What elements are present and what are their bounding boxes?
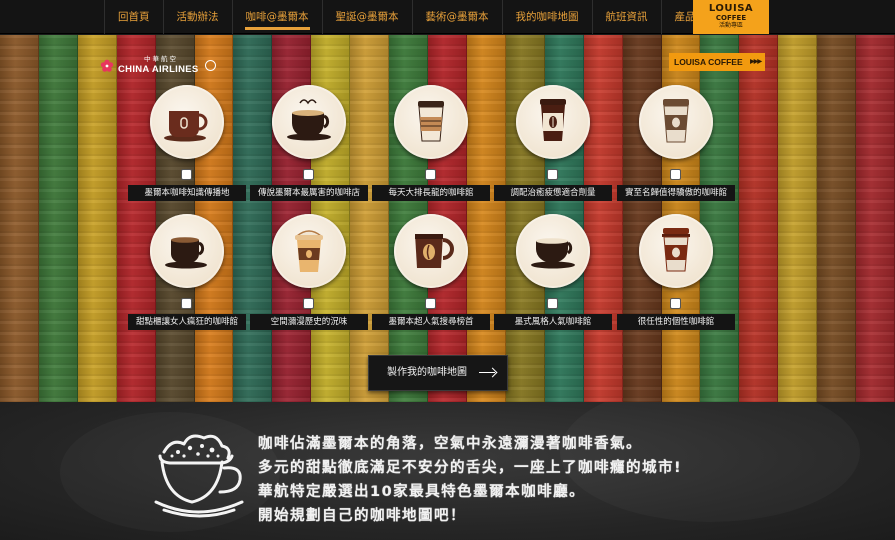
espresso-cup-icon[interactable] [150,214,224,288]
cafe-label[interactable]: 實至名歸值得驕傲的咖啡館 [617,185,735,201]
wood-plank [233,35,274,402]
takeaway-bean-cup-icon[interactable] [639,85,713,159]
skyteam-icon [204,59,216,71]
nav-item-rules[interactable]: 活動辦法 [162,0,232,34]
coffee-cup-saucer-icon[interactable] [150,85,224,159]
nav-item-christmas-melbourne[interactable]: 聖誕@墨爾本 [321,0,412,34]
louisa-button-label: LOUISA COFFEE [674,57,743,67]
wood-plank [0,35,40,402]
intro-line: 華航特定嚴選出10家最具特色墨爾本咖啡廳。 [258,484,586,500]
nav-items: 回首頁 活動辦法 咖啡@墨爾本 聖誕@墨爾本 藝術@墨爾本 我的咖啡地圖 航班資… [104,0,731,34]
triple-arrow-icon: ▶▶▶ [750,59,762,65]
wood-plank [817,35,858,402]
intro-line: 多元的甜點徹底滿足不安分的舌尖，一座上了咖啡癮的城市! [258,460,683,476]
wood-plank [466,35,507,402]
wood-plank [38,35,79,402]
cafe-checkbox[interactable] [181,169,192,180]
cafe-checkbox[interactable] [547,169,558,180]
cafe-label[interactable]: 很任性的個性咖啡館 [617,314,735,330]
logo-text: 中華航空 CHINA AIRLINES [118,56,199,74]
china-airlines-logo[interactable]: 中華航空 CHINA AIRLINES [100,56,216,74]
louisa-coffee-button[interactable]: LOUISA COFFEE ▶▶▶ [669,53,765,71]
cappuccino-cup-icon[interactable] [272,85,346,159]
louisa-tab-line2: COFFEE [715,14,747,22]
louisa-coffee-tab[interactable]: LOUISA COFFEE 活動專區 [693,0,769,34]
intro-line: 開始規劃自己的咖啡地圖吧！ [258,508,466,524]
nav-item-my-coffee-map[interactable]: 我的咖啡地圖 [501,0,592,34]
nav-item-home[interactable]: 回首頁 [104,0,163,34]
plum-blossom-icon [100,58,114,72]
bean-mug-icon[interactable] [394,214,468,288]
cafe-checkbox[interactable] [181,298,192,309]
intro-text: 咖啡佔滿墨爾本的角落，空氣中永遠瀰漫著咖啡香氣。 多元的甜點徹底滿足不安分的舌尖… [258,432,682,528]
nav-item-coffee-melbourne[interactable]: 咖啡@墨爾本 [231,0,322,34]
flat-white-cup-icon[interactable] [516,214,590,288]
cafe-checkbox[interactable] [303,169,314,180]
louisa-tab-line1: LOUISA [708,3,754,14]
latte-cup-icon[interactable] [272,214,346,288]
coffee-bean-cup-icon[interactable] [516,85,590,159]
cafe-label[interactable]: 甜點櫃讓女人瘋狂的咖啡館 [128,314,246,330]
wood-plank [778,35,819,402]
wood-plank [739,35,780,402]
make-coffee-map-button[interactable]: 製作我的咖啡地圖 [368,355,508,391]
cafe-checkbox[interactable] [303,298,314,309]
cafe-checkbox[interactable] [547,298,558,309]
cafe-label[interactable]: 墨式風格人氣咖啡館 [494,314,612,330]
top-navigation: 回首頁 活動辦法 咖啡@墨爾本 聖誕@墨爾本 藝術@墨爾本 我的咖啡地圖 航班資… [0,0,895,34]
wood-plank [77,35,118,402]
wood-plank [350,35,391,402]
cafe-label[interactable]: 空間瀰漫歷史的況味 [250,314,368,330]
cafe-checkbox[interactable] [425,298,436,309]
cafe-label[interactable]: 墨爾本咖啡知識傳播地 [128,185,246,201]
make-map-label: 製作我的咖啡地圖 [387,367,467,378]
cafe-label[interactable]: 墨爾本超人氣搜尋榜首 [372,314,490,330]
takeaway-cup-icon[interactable] [639,214,713,288]
wood-plank [856,35,895,402]
chalk-coffee-cup-icon [154,434,244,518]
cafe-label[interactable]: 傳說墨爾本最厲害的咖啡店 [250,185,368,201]
takeaway-cup-sleeve-icon[interactable] [394,85,468,159]
cafe-checkbox[interactable] [425,169,436,180]
nav-item-art-melbourne[interactable]: 藝術@墨爾本 [411,0,502,34]
cafe-label[interactable]: 調配治癒疲憊適合劑量 [494,185,612,201]
cafe-label[interactable]: 每天大排長龍的咖啡館 [372,185,490,201]
logo-english: CHINA AIRLINES [118,63,199,75]
chalkboard-intro: 咖啡佔滿墨爾本的角落，空氣中永遠瀰漫著咖啡香氣。 多元的甜點徹底滿足不安分的舌尖… [0,402,895,540]
arrow-right-icon [479,372,495,373]
intro-line: 咖啡佔滿墨爾本的角落，空氣中永遠瀰漫著咖啡香氣。 [258,436,642,452]
cafe-checkbox[interactable] [670,298,681,309]
logo-chinese: 中華航空 [144,55,178,63]
louisa-tab-line3: 活動專區 [718,22,743,29]
nav-item-flight-info[interactable]: 航班資訊 [591,0,661,34]
cafe-checkbox[interactable] [670,169,681,180]
